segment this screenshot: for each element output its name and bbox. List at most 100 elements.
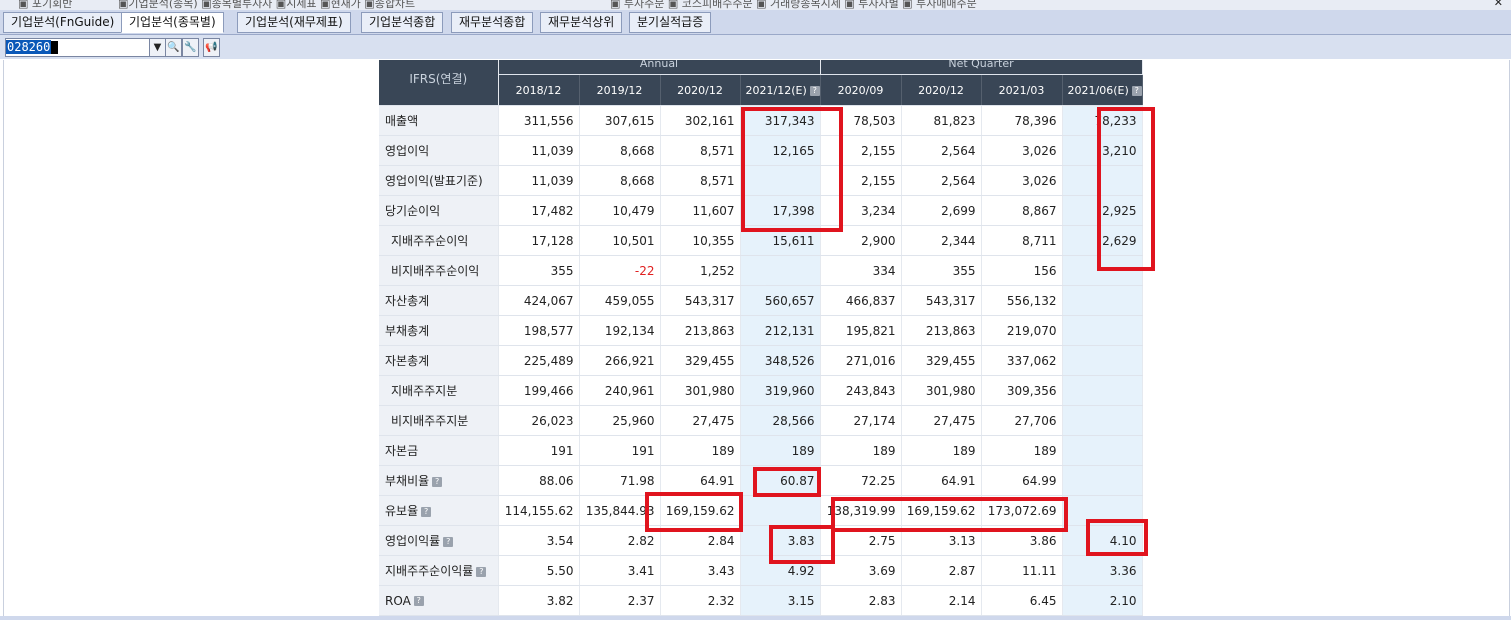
table-cell [1062, 375, 1143, 406]
table-cell: 3,026 [981, 165, 1063, 196]
table-row: 지배주주순이익률? 5.50 3.41 3.43 4.92 3.69 2.87 11.11 3.… [379, 555, 1143, 586]
content-area: IFRS(연결) Annual Net Quarter 2018/12 2019/… [3, 60, 1510, 616]
table-cell: 337,062 [981, 345, 1063, 376]
row-label: 자본총계 [379, 345, 499, 376]
period-header: 2020/12 [660, 74, 741, 106]
table-cell: 1,252 [660, 255, 741, 286]
table-cell: -22 [579, 255, 661, 286]
period-header: 2018/12 [498, 74, 580, 106]
highlight-box [1097, 107, 1155, 271]
row-label: 부채총계 [379, 315, 499, 346]
tab-company-summary[interactable]: 기업분석종합 [361, 12, 444, 33]
help-icon[interactable]: ? [476, 566, 487, 577]
table-cell: 189 [981, 435, 1063, 466]
table-cell: 309,356 [981, 375, 1063, 406]
text-cursor [51, 41, 59, 54]
table-cell: 72.25 [820, 465, 902, 496]
tab-company-analysis[interactable]: 기업분석(종목별) [121, 12, 224, 33]
table-cell [1062, 465, 1143, 496]
row-label: 부채비율? [379, 465, 499, 496]
table-cell: 348,526 [740, 345, 821, 376]
close-icon[interactable]: ✕ [1494, 0, 1503, 9]
tab-financial-summary[interactable]: 재무분석종합 [451, 12, 534, 33]
help-icon[interactable]: ? [1131, 85, 1142, 96]
table-cell: 64.91 [660, 465, 741, 496]
row-label-text: 지배주주지분 [391, 384, 458, 398]
table-cell: 2,344 [901, 225, 982, 256]
table-cell: 3.43 [660, 555, 741, 586]
table-cell: 212,131 [740, 315, 821, 346]
highlight-box [769, 525, 835, 564]
stock-code-input[interactable]: 028260 [5, 38, 150, 57]
help-icon[interactable]: ? [421, 506, 432, 517]
table-cell: 156 [981, 255, 1063, 286]
table-cell: 301,980 [660, 375, 741, 406]
row-label: ROA? [379, 585, 499, 616]
table-cell: 199,466 [498, 375, 580, 406]
table-cell: 543,317 [660, 285, 741, 316]
table-cell: 25,960 [579, 405, 661, 436]
table-cell: 329,455 [901, 345, 982, 376]
table-cell: 10,355 [660, 225, 741, 256]
row-label-text: 비지배주주순이익 [391, 264, 480, 278]
help-icon[interactable]: ? [809, 85, 820, 96]
table-cell [1062, 315, 1143, 346]
table-cell: 189 [901, 435, 982, 466]
table-cell: 424,067 [498, 285, 580, 316]
table-cell [1062, 405, 1143, 436]
table-row: 자산총계 424,067 459,055 543,317 560,657 466,837 5… [379, 285, 1143, 316]
row-label-text: 영업이익률 [385, 534, 441, 548]
tab-bar: 기업분석(FnGuide) 기업분석(종목별) 기업분석(재무제표) 기업분석종… [0, 10, 1511, 35]
table-cell: 271,016 [820, 345, 902, 376]
table-cell: 189 [820, 435, 902, 466]
dropdown-arrow-icon[interactable]: ▼ [149, 38, 166, 57]
tab-fnguide[interactable]: 기업분석(FnGuide) [3, 12, 123, 33]
table-cell: 3,026 [981, 135, 1063, 166]
table-cell: 64.91 [901, 465, 982, 496]
table-cell: 355 [901, 255, 982, 286]
table-cell: 213,863 [660, 315, 741, 346]
period-label: 2021/03 [998, 83, 1045, 97]
table-cell: 334 [820, 255, 902, 286]
table-cell [1062, 345, 1143, 376]
speaker-icon[interactable]: 📢 [203, 38, 220, 57]
help-icon[interactable]: ? [413, 596, 424, 606]
row-label: 매출액 [379, 105, 499, 136]
tab-financial-top[interactable]: 재무분석상위 [540, 12, 623, 33]
table-cell: 3.54 [498, 525, 580, 556]
search-icon[interactable]: 🔍 [165, 38, 182, 57]
row-label-text: 비지배주주지분 [391, 414, 469, 428]
table-cell: 3.41 [579, 555, 661, 586]
table-cell: 28,566 [740, 405, 821, 436]
period-header: 2019/12 [579, 74, 661, 106]
period-label: 2021/06(E) [1067, 83, 1129, 97]
help-icon[interactable]: ? [432, 476, 443, 487]
tab-quarterly-surge[interactable]: 분기실적급증 [629, 12, 712, 33]
table-cell: 114,155.62 [498, 495, 580, 526]
row-label: 유보율? [379, 495, 499, 526]
tab-financial-statements[interactable]: 기업분석(재무제표) [237, 12, 351, 33]
settings-wrench-icon[interactable]: 🔧 [182, 38, 199, 57]
table-cell: 243,843 [820, 375, 902, 406]
table-cell: 2.10 [1062, 585, 1143, 616]
table-cell: 27,174 [820, 405, 902, 436]
table-cell: 302,161 [660, 105, 741, 136]
help-icon[interactable]: ? [443, 536, 454, 547]
period-header: 2021/12(E)? [740, 74, 821, 106]
row-label-text: ROA [385, 593, 411, 608]
table-cell: 11.11 [981, 555, 1063, 586]
row-label: 비지배주주지분 [379, 405, 499, 436]
row-label-text: 자본금 [385, 444, 419, 458]
highlight-box [753, 467, 821, 497]
row-label: 당기순이익 [379, 195, 499, 226]
group-header-annual: Annual [498, 60, 821, 75]
table-cell: 64.99 [981, 465, 1063, 496]
table-cell: 466,837 [820, 285, 902, 316]
table-cell: 213,863 [901, 315, 982, 346]
period-header: 2021/06(E)? [1062, 74, 1143, 106]
row-label-text: 자본총계 [385, 354, 430, 368]
row-label-text: 지배주주순이익 [391, 234, 469, 248]
table-cell: 8,571 [660, 165, 741, 196]
row-label: 지배주주순이익률? [379, 555, 499, 586]
row-label-text: 지배주주순이익률 [385, 564, 474, 578]
